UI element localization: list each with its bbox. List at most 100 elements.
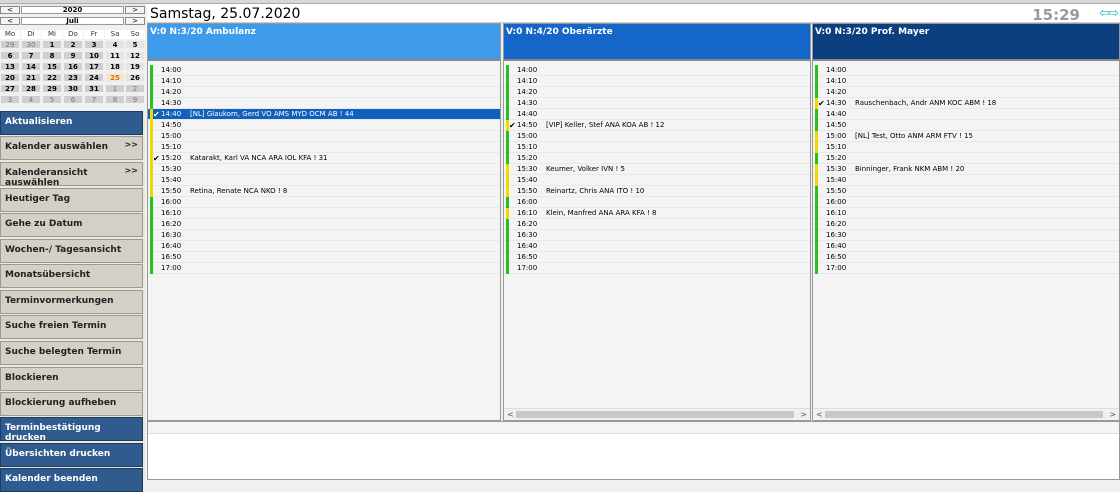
time-slot[interactable]: 14:00 <box>813 65 1119 76</box>
calendar-day[interactable]: 23 <box>63 73 83 82</box>
calendar-day[interactable]: 12 <box>125 51 145 60</box>
time-slot[interactable]: 14:40 <box>504 109 810 120</box>
calendar-day[interactable]: 19 <box>125 62 145 71</box>
time-slot[interactable]: 17:00 <box>148 263 500 274</box>
calendar-day[interactable]: 8 <box>105 95 125 104</box>
calendar-day[interactable]: 5 <box>125 40 145 49</box>
calendar-day[interactable]: 2 <box>63 40 83 49</box>
scrollbar-thumb[interactable] <box>516 411 794 418</box>
calendar-day[interactable]: 4 <box>105 40 125 49</box>
time-slot[interactable]: 15:30 <box>148 164 500 175</box>
time-slot[interactable]: ✔ 14:30 Rauschenbach, Andr ANM KOC ABM ! 1… <box>813 98 1119 109</box>
time-slot[interactable]: 15:20 <box>504 153 810 164</box>
day-nav-arrows-icon[interactable]: ⇦⇨ <box>1099 6 1119 21</box>
calendar-day[interactable]: 13 <box>0 62 20 71</box>
time-slot[interactable]: 16:40 <box>813 241 1119 252</box>
time-slot[interactable]: 16:10 Klein, Manfred ANA ARA KFA ! 8 <box>504 208 810 219</box>
calendar-day[interactable]: 7 <box>21 51 41 60</box>
calendar-day[interactable]: 9 <box>63 51 83 60</box>
time-slot[interactable]: 14:50 <box>813 120 1119 131</box>
time-slot[interactable]: 16:20 <box>148 219 500 230</box>
calendar-day[interactable]: 18 <box>105 62 125 71</box>
time-slot[interactable]: 16:10 <box>813 208 1119 219</box>
calendar-day[interactable]: 30 <box>21 40 41 49</box>
time-slot[interactable]: 15:30 Keumer, Volker IVN ! 5 <box>504 164 810 175</box>
menu-button[interactable]: Aktualisieren <box>0 111 143 135</box>
time-slot[interactable]: 14:40 <box>813 109 1119 120</box>
calendar-day[interactable]: 14 <box>21 62 41 71</box>
calendar-day[interactable]: 29 <box>0 40 20 49</box>
calendar-day[interactable]: 2 <box>125 84 145 93</box>
menu-button[interactable]: Gehe zu Datum <box>0 213 143 237</box>
time-slot[interactable]: 16:20 <box>504 219 810 230</box>
time-slot[interactable]: 15:50 Reinartz, Chris ANA ITO ! 10 <box>504 186 810 197</box>
time-slot[interactable]: 16:20 <box>813 219 1119 230</box>
scrollbar-thumb[interactable] <box>825 411 1103 418</box>
next-month-button[interactable]: > <box>125 17 145 25</box>
calendar-day[interactable]: 1 <box>42 40 62 49</box>
horizontal-scrollbar[interactable]: < > <box>813 408 1119 419</box>
calendar-day[interactable]: 15 <box>42 62 62 71</box>
time-slot[interactable]: 15:10 <box>148 142 500 153</box>
horizontal-scrollbar[interactable]: < > <box>504 408 810 419</box>
time-slot[interactable]: ✔ 15:20 Katarakt, Karl VA NCA ARA IOL KFA … <box>148 153 500 164</box>
calendar-day[interactable]: 3 <box>0 95 20 104</box>
time-slot[interactable]: 14:00 <box>148 65 500 76</box>
column-header[interactable]: V:0 N:3/20 Prof. Mayer <box>813 24 1119 59</box>
calendar-day[interactable]: 5 <box>42 95 62 104</box>
time-slot[interactable]: 15:00 <box>504 131 810 142</box>
time-slot[interactable]: 16:50 <box>148 252 500 263</box>
time-slot[interactable]: 14:10 <box>148 76 500 87</box>
calendar-day[interactable]: 22 <box>42 73 62 82</box>
menu-button[interactable]: Kalender auswählen >> <box>0 136 143 160</box>
scroll-right-icon[interactable]: > <box>800 409 807 420</box>
time-slot[interactable]: 14:20 <box>504 87 810 98</box>
scroll-left-icon[interactable]: < <box>507 409 514 420</box>
time-slot[interactable]: 14:50 <box>148 120 500 131</box>
scroll-right-icon[interactable]: > <box>1109 409 1116 420</box>
time-slot[interactable]: 15:00 [NL] Test, Otto ANM ARM FTV ! 15 <box>813 131 1119 142</box>
calendar-day[interactable]: 31 <box>84 84 104 93</box>
menu-button[interactable]: Terminvormerkungen <box>0 290 143 314</box>
time-slot[interactable]: 16:00 <box>813 197 1119 208</box>
calendar-day[interactable]: 7 <box>84 95 104 104</box>
prev-year-button[interactable]: < <box>0 6 20 14</box>
calendar-day[interactable]: 11 <box>105 51 125 60</box>
time-slot[interactable]: 16:00 <box>504 197 810 208</box>
time-slot[interactable]: 15:40 <box>148 175 500 186</box>
column-header[interactable]: V:0 N:3/20 Ambulanz <box>148 24 500 59</box>
time-slot[interactable]: 14:30 <box>148 98 500 109</box>
calendar-day[interactable]: 17 <box>84 62 104 71</box>
time-slot[interactable]: 16:40 <box>148 241 500 252</box>
calendar-day[interactable]: 20 <box>0 73 20 82</box>
time-slot[interactable]: 15:20 <box>813 153 1119 164</box>
next-year-button[interactable]: > <box>125 6 145 14</box>
time-slot[interactable]: 15:50 Retina, Renate NCA NKO ! 8 <box>148 186 500 197</box>
time-slot[interactable]: 16:40 <box>504 241 810 252</box>
menu-button[interactable]: Terminbestätigung drucken <box>0 417 143 443</box>
time-slot[interactable]: ✔ 14:40 [NL] Glaukom, Gerd VO AMS MYD OCM … <box>148 109 500 120</box>
time-slot[interactable]: 15:10 <box>504 142 810 153</box>
column-header[interactable]: V:0 N:4/20 Oberärzte <box>504 24 810 59</box>
time-slot[interactable]: 16:30 <box>813 230 1119 241</box>
time-slot[interactable]: 15:00 <box>148 131 500 142</box>
time-slot[interactable]: 15:40 <box>504 175 810 186</box>
menu-button[interactable]: Monatsübersicht <box>0 264 143 288</box>
time-slot[interactable]: 16:10 <box>148 208 500 219</box>
time-slot[interactable]: 14:20 <box>813 87 1119 98</box>
time-slot[interactable]: 15:40 <box>813 175 1119 186</box>
calendar-day[interactable]: 8 <box>42 51 62 60</box>
time-slot[interactable]: 14:10 <box>504 76 810 87</box>
calendar-day[interactable]: 10 <box>84 51 104 60</box>
calendar-day[interactable]: 21 <box>21 73 41 82</box>
time-slot[interactable]: 14:00 <box>504 65 810 76</box>
time-slot[interactable]: 16:50 <box>813 252 1119 263</box>
menu-button[interactable]: Wochen-/ Tagesansicht <box>0 239 143 263</box>
menu-button[interactable]: Kalender beenden <box>0 468 143 492</box>
time-slot[interactable]: 15:30 Binninger, Frank NKM ABM ! 20 <box>813 164 1119 175</box>
menu-button[interactable]: Suche freien Termin <box>0 315 143 339</box>
calendar-day[interactable]: 25 <box>105 73 125 82</box>
time-slot[interactable]: 17:00 <box>813 263 1119 274</box>
time-slot[interactable]: 15:10 <box>813 142 1119 153</box>
time-slot[interactable]: 14:20 <box>148 87 500 98</box>
